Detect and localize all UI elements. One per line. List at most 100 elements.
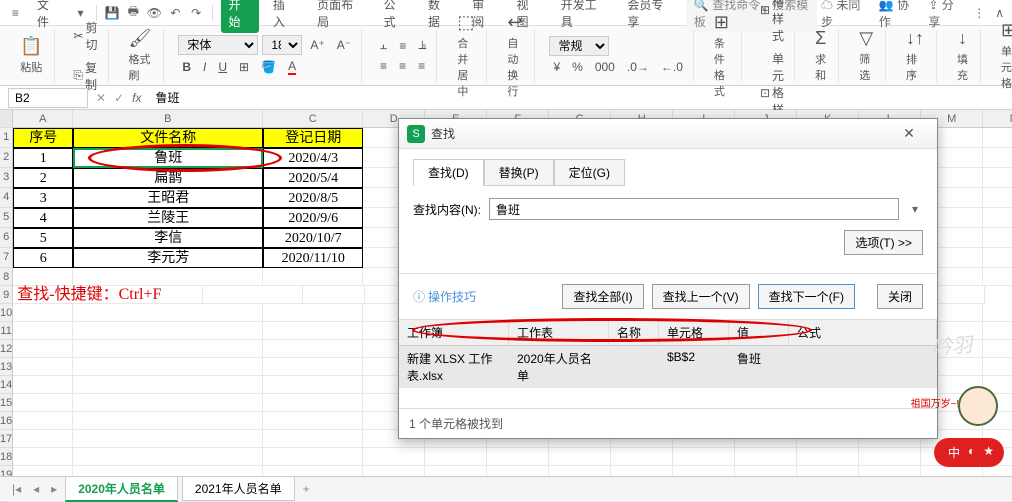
italic-button[interactable]: I bbox=[199, 58, 210, 76]
border-button[interactable]: ⊞ bbox=[235, 58, 253, 76]
cell[interactable] bbox=[983, 128, 1012, 148]
currency-icon[interactable]: ¥ bbox=[549, 58, 564, 76]
row-header[interactable]: 10 bbox=[0, 304, 12, 322]
cell[interactable] bbox=[263, 304, 363, 322]
row-header[interactable]: 8 bbox=[0, 268, 12, 286]
cell[interactable] bbox=[983, 322, 1012, 340]
row-header[interactable]: 5 bbox=[0, 208, 12, 228]
sheet-nav-next-icon[interactable]: ▸ bbox=[47, 482, 61, 496]
cell[interactable]: 李信 bbox=[73, 228, 263, 248]
cond-format-button[interactable]: ⊞条件格式 bbox=[708, 10, 735, 101]
cancel-icon[interactable]: ✕ bbox=[96, 91, 106, 105]
cell[interactable] bbox=[263, 358, 363, 376]
row-header[interactable]: 6 bbox=[0, 228, 12, 248]
align-top-icon[interactable]: ⫠ bbox=[376, 36, 391, 55]
cell[interactable] bbox=[263, 340, 363, 358]
preview-icon[interactable]: 👁 bbox=[147, 5, 162, 21]
find-input[interactable] bbox=[489, 198, 899, 220]
cell[interactable] bbox=[13, 268, 73, 286]
cell[interactable]: 2 bbox=[13, 168, 73, 188]
cell[interactable] bbox=[73, 322, 263, 340]
align-left-icon[interactable]: ≡ bbox=[376, 57, 391, 75]
dialog-tab-replace[interactable]: 替换(P) bbox=[484, 159, 554, 186]
cell[interactable] bbox=[263, 430, 363, 448]
cell[interactable]: 登记日期 bbox=[263, 128, 363, 148]
cell[interactable] bbox=[73, 358, 263, 376]
cell[interactable]: 1 bbox=[13, 148, 73, 168]
tab-start[interactable]: 开始 bbox=[221, 0, 259, 33]
cell[interactable] bbox=[73, 376, 263, 394]
row-header[interactable]: 12 bbox=[0, 340, 12, 358]
command-search[interactable]: 🔍 查找命令、搜索模板 bbox=[686, 0, 817, 32]
find-prev-button[interactable]: 查找上一个(V) bbox=[652, 284, 750, 309]
cell[interactable]: 2020/11/10 bbox=[263, 248, 363, 268]
cell[interactable] bbox=[983, 188, 1012, 208]
sheet-nav-first-icon[interactable]: |◂ bbox=[8, 482, 25, 496]
cell[interactable] bbox=[983, 248, 1012, 268]
dec-inc-icon[interactable]: .0→ bbox=[623, 58, 653, 76]
result-row[interactable]: 新建 XLSX 工作表.xlsx 2020年人员名单 $B$2 鲁班 bbox=[399, 346, 937, 388]
cell[interactable] bbox=[983, 340, 1012, 358]
align-right-icon[interactable]: ≡ bbox=[414, 57, 429, 75]
column-header[interactable]: A bbox=[13, 110, 73, 127]
row-header[interactable]: 7 bbox=[0, 248, 12, 268]
cell[interactable] bbox=[983, 208, 1012, 228]
fill-button[interactable]: ↓填充 bbox=[951, 26, 974, 85]
find-all-button[interactable]: 查找全部(I) bbox=[562, 284, 643, 309]
tab-layout[interactable]: 页面布局 bbox=[309, 0, 370, 33]
cell[interactable]: 2020/5/4 bbox=[263, 168, 363, 188]
cell[interactable] bbox=[303, 286, 365, 304]
cell[interactable]: 2020/10/7 bbox=[263, 228, 363, 248]
number-format-select[interactable]: 常规 bbox=[549, 36, 609, 56]
find-next-button[interactable]: 查找下一个(F) bbox=[758, 284, 855, 309]
align-bot-icon[interactable]: ⫡ bbox=[414, 36, 430, 55]
bold-button[interactable]: B bbox=[178, 58, 195, 76]
close-icon[interactable]: ✕ bbox=[889, 125, 929, 142]
row-header[interactable]: 15 bbox=[0, 394, 12, 412]
cell[interactable] bbox=[735, 448, 797, 466]
row-header[interactable]: 2 bbox=[0, 148, 12, 168]
paste-button[interactable]: 📋粘贴 bbox=[14, 34, 48, 77]
cell[interactable] bbox=[13, 304, 73, 322]
cell[interactable]: 鲁班 bbox=[73, 148, 263, 168]
sheet-tab-2[interactable]: 2021年人员名单 bbox=[182, 476, 295, 501]
dec-font-icon[interactable]: A⁻ bbox=[333, 36, 355, 54]
cell[interactable] bbox=[73, 304, 263, 322]
cell[interactable] bbox=[549, 448, 611, 466]
cell[interactable] bbox=[859, 448, 921, 466]
cell[interactable]: 4 bbox=[13, 208, 73, 228]
row-header[interactable]: 11 bbox=[0, 322, 12, 340]
inc-font-icon[interactable]: A⁺ bbox=[306, 36, 328, 54]
cell[interactable] bbox=[13, 430, 73, 448]
font-color-button[interactable]: A bbox=[284, 57, 300, 77]
row-header[interactable]: 4 bbox=[0, 188, 12, 208]
cell[interactable] bbox=[13, 394, 73, 412]
column-header[interactable]: B bbox=[73, 110, 263, 127]
cell[interactable] bbox=[73, 448, 263, 466]
cell[interactable] bbox=[73, 430, 263, 448]
cut-button[interactable]: ✂ 剪切 bbox=[69, 17, 101, 55]
fill-color-button[interactable]: 🪣 bbox=[257, 58, 280, 76]
cell[interactable] bbox=[13, 322, 73, 340]
cell[interactable]: 2020/4/3 bbox=[263, 148, 363, 168]
cell[interactable] bbox=[13, 448, 73, 466]
dialog-tab-goto[interactable]: 定位(G) bbox=[554, 159, 625, 186]
cell[interactable] bbox=[13, 376, 73, 394]
cell[interactable]: 李元芳 bbox=[73, 248, 263, 268]
cell[interactable]: 扁鹊 bbox=[73, 168, 263, 188]
merge-button[interactable]: ⬚合并居中 bbox=[451, 10, 480, 101]
cell[interactable] bbox=[73, 340, 263, 358]
cell[interactable]: 5 bbox=[13, 228, 73, 248]
size-select[interactable]: 18 bbox=[262, 35, 302, 55]
align-center-icon[interactable]: ≡ bbox=[395, 57, 410, 75]
row-header[interactable]: 3 bbox=[0, 168, 12, 188]
row-header[interactable]: 1 bbox=[0, 128, 12, 148]
cell[interactable]: 序号 bbox=[13, 128, 73, 148]
cell[interactable] bbox=[983, 228, 1012, 248]
find-dropdown-icon[interactable]: ▾ bbox=[907, 202, 923, 216]
cell[interactable] bbox=[425, 448, 487, 466]
cell[interactable] bbox=[73, 394, 263, 412]
cell[interactable] bbox=[797, 448, 859, 466]
underline-button[interactable]: U bbox=[214, 58, 231, 76]
cell[interactable] bbox=[263, 322, 363, 340]
